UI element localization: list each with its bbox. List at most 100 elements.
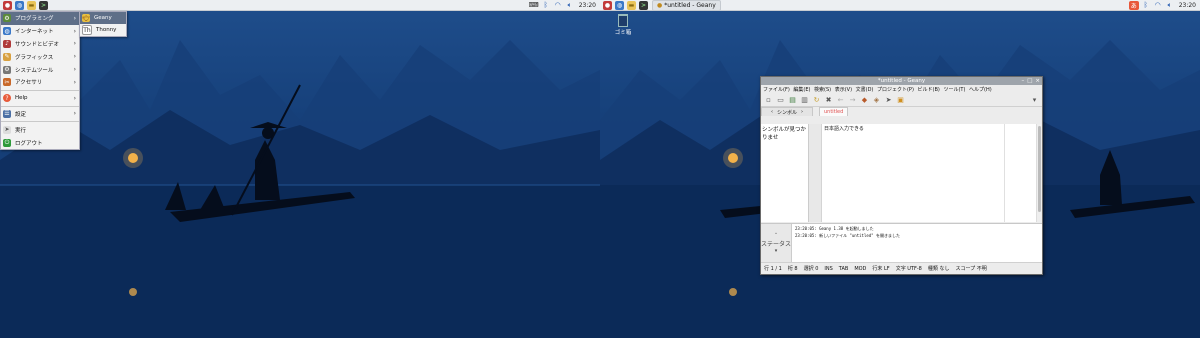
menu-separator <box>1 105 79 107</box>
tab-untitled[interactable]: untitled <box>819 107 849 116</box>
menu-help[interactable]: ヘルプ(H) <box>969 86 992 93</box>
chevron-down-icon[interactable]: ▾ <box>1030 96 1039 105</box>
close-icon[interactable]: × <box>1035 77 1040 85</box>
programming-icon: ⚙ <box>3 14 11 23</box>
volume-icon[interactable]: 🔈︎ <box>1165 1 1175 10</box>
menubar: ファイル(F) 編集(E) 検索(S) 表示(V) 文書(D) プロジェクト(P… <box>761 85 1042 94</box>
revert-icon[interactable]: ↻ <box>812 96 821 105</box>
scrollbar-thumb[interactable] <box>1038 126 1041 212</box>
chevron-left-icon[interactable]: ‹ <box>771 109 773 115</box>
terminal-icon[interactable]: > <box>639 0 648 10</box>
build-icon[interactable]: ◈ <box>872 96 881 105</box>
tab-status[interactable]: ˄ ステータス ▾ <box>761 224 792 262</box>
ime-icon[interactable]: あ <box>1128 0 1139 10</box>
accessories-icon: ✂ <box>3 78 11 87</box>
menu-file[interactable]: ファイル(F) <box>763 86 790 93</box>
chevron-right-icon: › <box>73 27 76 35</box>
raspberry-icon[interactable]: ● <box>603 0 612 10</box>
menu-item-label: サウンドとビデオ <box>15 41 60 48</box>
open-file-icon[interactable]: ▭ <box>776 96 785 105</box>
menu-item-label: アクセサリ <box>15 80 43 87</box>
chevron-right-icon: › <box>73 66 76 74</box>
execute-icon[interactable]: ➤ <box>884 96 893 105</box>
status-line: 行 1 / 1 <box>764 266 782 272</box>
right-desktop: ● ◍ ▬ > ● *untitled - Geany あ ᛒ ◠ 🔈︎ 23:… <box>600 0 1200 338</box>
chevron-right-icon: › <box>73 110 76 118</box>
menu-item-settings[interactable]: ☰ 設定 › <box>1 108 79 121</box>
bluetooth-icon[interactable]: ᛒ <box>1141 1 1151 10</box>
volume-icon[interactable]: 🔈︎ <box>565 1 575 10</box>
terminal-icon[interactable]: > <box>39 0 48 10</box>
geany-icon: ● <box>657 1 663 9</box>
submenu-item-geany[interactable]: 🫖︎ Geany <box>80 12 126 24</box>
tab-symbols[interactable]: ‹ シンボル › <box>761 107 813 116</box>
tab-status-label: ステータス <box>761 240 792 248</box>
menu-item-run[interactable]: ➤ 実行 <box>1 123 79 136</box>
window-titlebar[interactable]: *untitled - Geany – □ × <box>761 77 1042 85</box>
chevron-right-icon: › <box>73 94 76 102</box>
forward-icon[interactable]: → <box>848 96 857 105</box>
minimize-icon[interactable]: – <box>1021 77 1024 85</box>
maximize-icon[interactable]: □ <box>1027 77 1032 85</box>
menu-item-internet[interactable]: ◍ インターネット › <box>1 25 79 38</box>
taskbar-button-geany[interactable]: ● *untitled - Geany <box>652 0 721 11</box>
menu-item-label: 実行 <box>15 127 27 134</box>
vertical-scrollbar[interactable] <box>1036 124 1042 222</box>
wifi-icon[interactable]: ◠ <box>1153 1 1163 10</box>
menu-item-accessories[interactable]: ✂ アクセサリ › <box>1 76 79 89</box>
menu-edit[interactable]: 編集(E) <box>793 86 810 93</box>
menu-separator <box>1 121 79 123</box>
geany-icon: 🫖︎ <box>82 14 90 22</box>
menu-view[interactable]: 表示(V) <box>835 86 852 93</box>
menu-item-label: プログラミング <box>15 16 54 23</box>
menu-document[interactable]: 文書(D) <box>856 86 874 93</box>
wifi-icon[interactable]: ◠ <box>553 1 563 10</box>
chevron-right-icon: › <box>73 53 76 61</box>
raspberry-icon[interactable]: ● <box>3 0 12 10</box>
status-modified: MOD <box>854 265 867 272</box>
chevron-down-icon[interactable]: ▾ <box>775 248 778 254</box>
new-file-icon[interactable]: ▫ <box>764 96 773 105</box>
menu-tools[interactable]: ツール(T) <box>943 86 965 93</box>
bluetooth-icon[interactable]: ᛒ <box>541 1 551 10</box>
symbols-sidebar: シンボルが見つかりませ <box>761 124 809 222</box>
menu-item-system-tools[interactable]: ⚙ システムツール › <box>1 63 79 76</box>
menu-item-label: 設定 <box>15 111 27 118</box>
globe-icon[interactable]: ◍ <box>15 0 24 10</box>
menu-build[interactable]: ビルド(B) <box>918 86 940 93</box>
back-icon[interactable]: ← <box>836 96 845 105</box>
menu-item-sound-video[interactable]: ♪ サウンドとビデオ › <box>1 38 79 51</box>
compile-icon[interactable]: ◆ <box>860 96 869 105</box>
status-insert-mode: INS <box>824 265 833 272</box>
line-number-gutter <box>809 124 822 222</box>
clock[interactable]: 23:20 <box>579 2 596 9</box>
desktop-icon-trash[interactable]: ゴミ箱 <box>612 14 634 36</box>
folder-icon[interactable]: ▬ <box>27 0 36 10</box>
toolbar: ▫ ▭ ▤ ▥ ↻ ✖ ← → ◆ ◈ ➤ ▣ ▾ <box>761 94 1042 107</box>
menu-item-programming[interactable]: ⚙ プログラミング › <box>1 12 79 25</box>
keyboard-icon[interactable]: ⌨ <box>529 1 539 10</box>
menu-item-graphics[interactable]: ✎ グラフィックス › <box>1 50 79 63</box>
close-file-icon[interactable]: ✖ <box>824 96 833 105</box>
work-area: シンボルが見つかりませ 日本語入力できる <box>761 124 1042 222</box>
status-indent: TAB <box>838 265 849 272</box>
menu-item-logout[interactable]: ⏻ ログアウト <box>1 136 79 149</box>
tab-untitled-label: untitled <box>824 109 844 115</box>
menu-item-label: ログアウト <box>15 140 43 147</box>
folder-icon[interactable]: ▬ <box>627 0 636 10</box>
save-all-icon[interactable]: ▥ <box>800 96 809 105</box>
color-chooser-icon[interactable]: ▣ <box>896 96 905 105</box>
globe-icon: ◍ <box>3 27 11 36</box>
menu-separator <box>1 89 79 91</box>
submenu-item-thonny[interactable]: Th Thonny <box>80 24 126 36</box>
status-column: 桁 8 <box>787 266 798 272</box>
clock[interactable]: 23:20 <box>1179 2 1196 9</box>
help-icon: ? <box>3 94 11 103</box>
save-icon[interactable]: ▤ <box>788 96 797 105</box>
menu-search[interactable]: 検索(S) <box>814 86 831 93</box>
editor-area[interactable]: 日本語入力できる <box>822 124 1036 222</box>
chevron-right-icon[interactable]: › <box>801 109 803 115</box>
menu-project[interactable]: プロジェクト(P) <box>877 86 914 93</box>
globe-icon[interactable]: ◍ <box>615 0 624 10</box>
menu-item-help[interactable]: ? Help › <box>1 92 79 105</box>
